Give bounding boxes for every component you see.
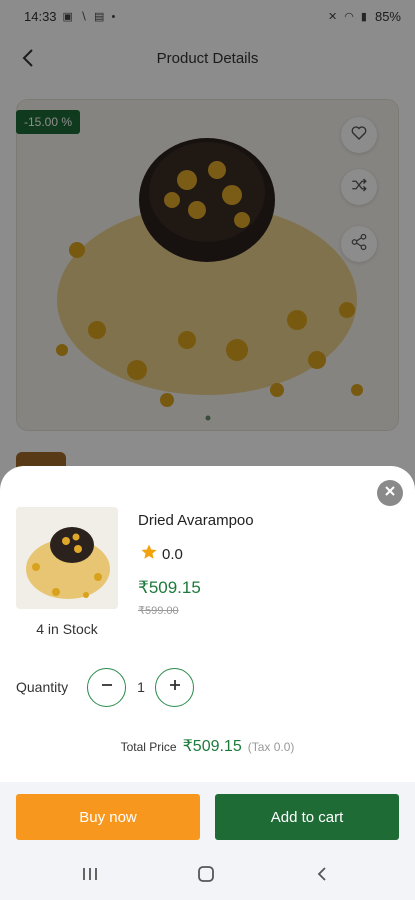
recents-icon — [81, 866, 99, 887]
system-back-button[interactable] — [304, 862, 340, 890]
product-name: Dried Avarampoo — [138, 512, 254, 529]
recents-button[interactable] — [72, 862, 108, 890]
minus-icon — [100, 678, 114, 697]
nav-back-icon — [316, 866, 328, 887]
star-icon — [140, 543, 158, 566]
rating-value: 0.0 — [162, 546, 183, 563]
decrease-quantity-button[interactable] — [87, 668, 126, 707]
total-tax: (Tax 0.0) — [247, 740, 295, 754]
plus-icon — [168, 678, 182, 697]
home-icon — [197, 865, 215, 888]
product-thumbnail — [16, 507, 118, 609]
current-price: ₹509.15 — [138, 578, 201, 597]
stock-status: 4 in Stock — [36, 621, 98, 637]
quantity-value: 1 — [137, 679, 145, 695]
close-button[interactable] — [377, 480, 403, 506]
original-price: ₹599.00 — [138, 605, 179, 617]
total-price-value: ₹509.15 — [182, 738, 242, 755]
total-price-row: Total Price ₹509.15 (Tax 0.0) — [0, 736, 415, 756]
quantity-label: Quantity — [16, 679, 69, 695]
increase-quantity-button[interactable] — [155, 668, 194, 707]
add-to-cart-button[interactable]: Add to cart — [215, 794, 399, 840]
home-button[interactable] — [188, 862, 224, 890]
close-icon — [384, 484, 396, 502]
total-price-label: Total Price — [120, 740, 177, 754]
buy-now-button[interactable]: Buy now — [16, 794, 200, 840]
rating: 0.0 — [140, 543, 183, 566]
